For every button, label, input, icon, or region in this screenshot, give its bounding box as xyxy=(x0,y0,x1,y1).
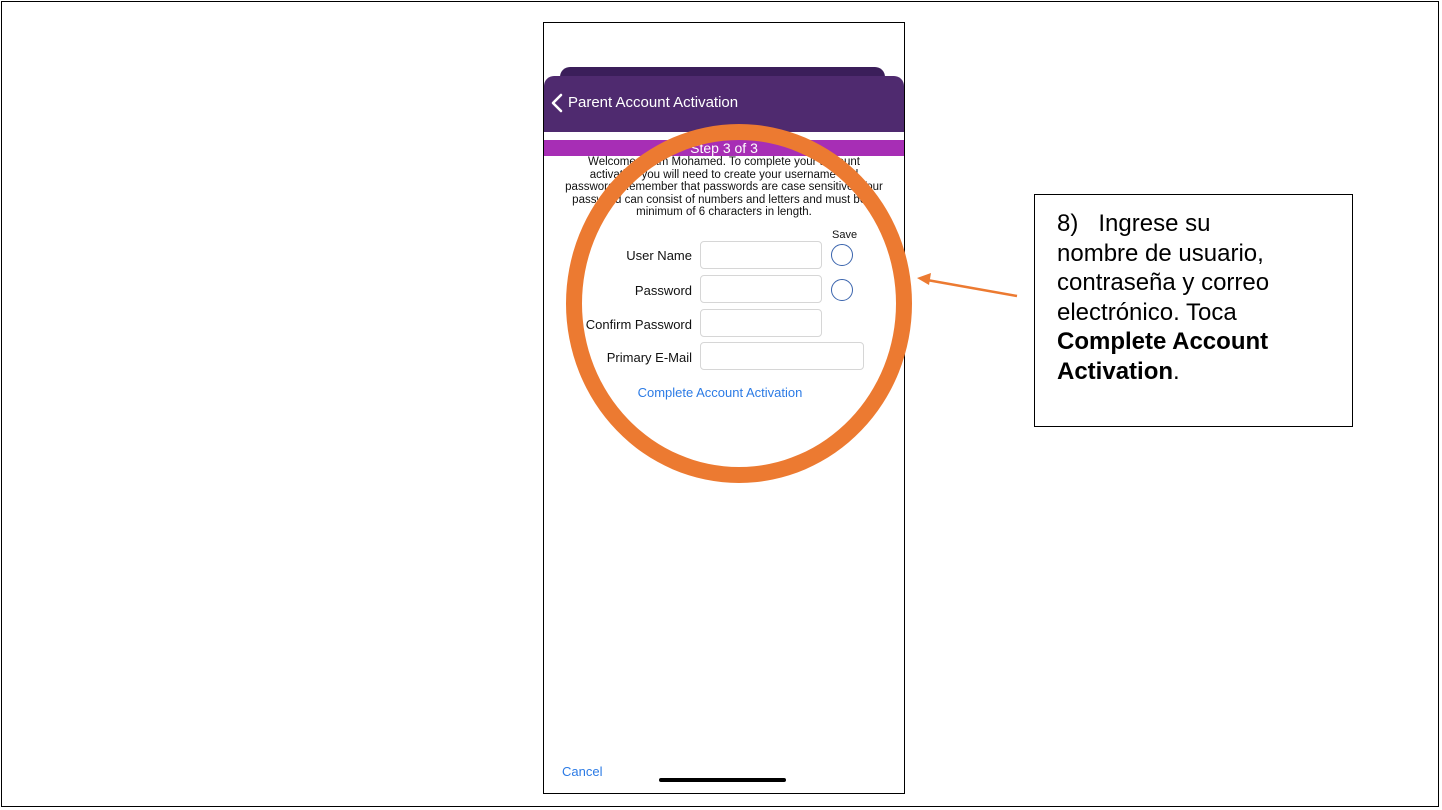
home-indicator xyxy=(659,778,786,782)
callout-line: nombre de usuario, xyxy=(1057,239,1264,267)
callout-line: contraseña y correo xyxy=(1057,269,1270,296)
callout-bold-text: Activation xyxy=(1057,357,1174,385)
callout-line: Complete Account xyxy=(1057,327,1352,357)
callout-line: Activation. xyxy=(1057,357,1352,387)
callout-arrow xyxy=(917,273,1018,298)
callout-line: 8) Ingrese su xyxy=(1057,209,1352,239)
step-number: 8) xyxy=(1057,210,1079,237)
callout-bold-text: Complete Account xyxy=(1057,328,1269,355)
chevron-left-icon[interactable] xyxy=(548,92,568,114)
callout-text: Ingrese su xyxy=(1098,210,1211,237)
callout-punctuation: . xyxy=(1173,357,1180,385)
highlight-circle xyxy=(566,124,912,483)
nav-title: Parent Account Activation xyxy=(568,94,739,111)
instruction-callout: 8) Ingrese su nombre de usuario, contras… xyxy=(1034,194,1353,427)
cancel-button[interactable]: Cancel xyxy=(562,764,602,779)
callout-line: electrónico. Toca xyxy=(1057,298,1237,326)
